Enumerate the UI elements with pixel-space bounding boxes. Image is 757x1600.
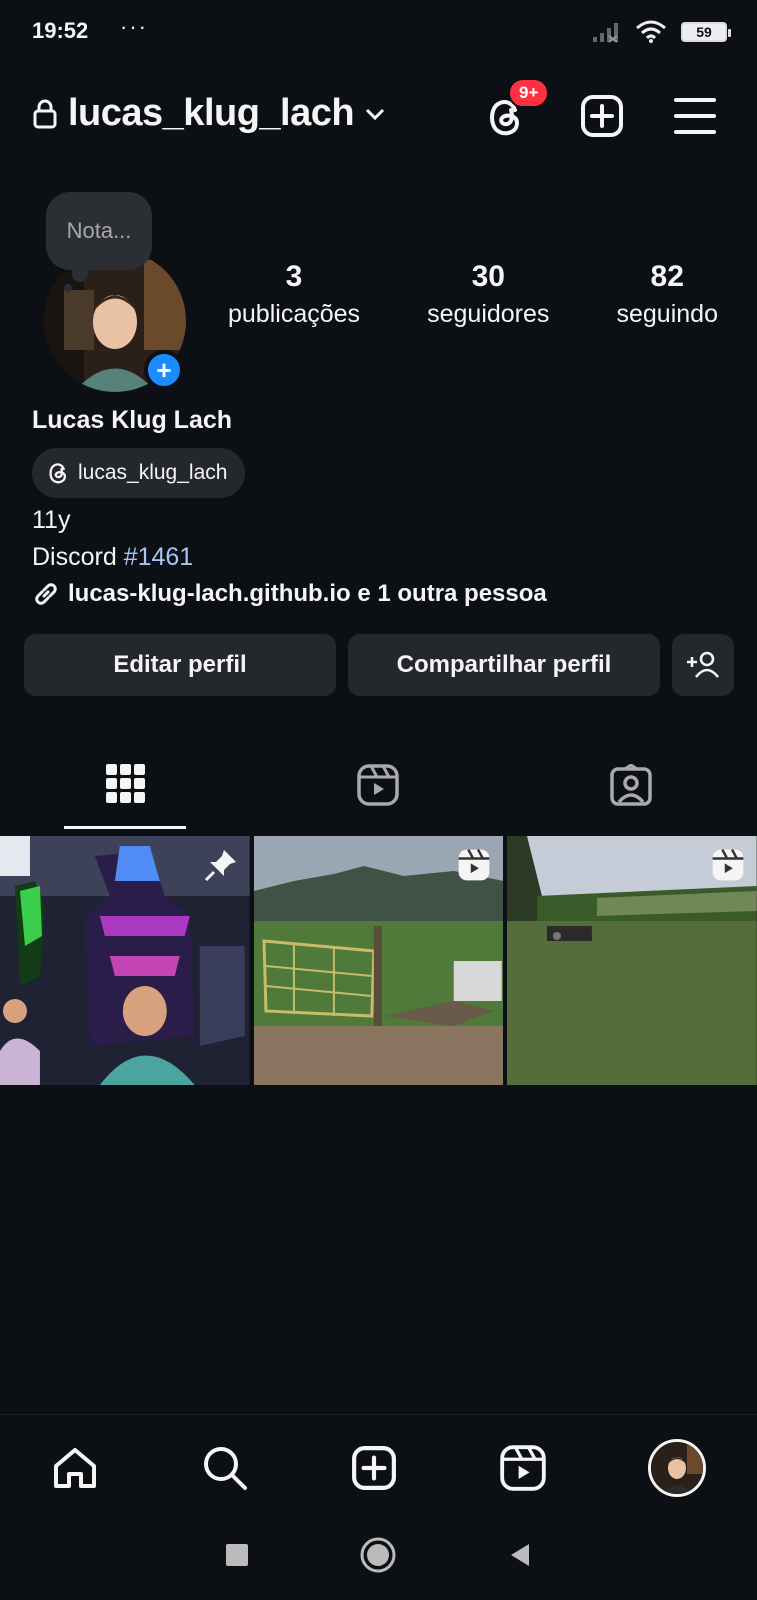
create-icon[interactable] xyxy=(351,1445,397,1491)
reel-badge-icon xyxy=(712,849,744,881)
stat-label: seguidores xyxy=(427,300,550,328)
status-icons: 59 xyxy=(591,20,731,44)
wifi-icon xyxy=(636,20,666,43)
threads-icon xyxy=(49,463,67,484)
tab-reels[interactable] xyxy=(252,758,504,830)
new-post-icon xyxy=(581,95,623,137)
grid-post[interactable] xyxy=(507,836,757,1085)
stat-followers[interactable]: 30 seguidores xyxy=(427,260,549,329)
grid-icon xyxy=(106,764,146,803)
battery-indicator: 59 xyxy=(681,22,731,42)
menu-button[interactable] xyxy=(674,96,716,136)
signal-icon xyxy=(593,23,618,43)
stat-following[interactable]: 82 seguindo xyxy=(617,260,718,329)
home-system-icon[interactable] xyxy=(359,1536,397,1574)
bio-line: 11y xyxy=(32,506,71,534)
tab-grid[interactable] xyxy=(0,758,252,830)
note-bubble[interactable]: Nota... xyxy=(46,192,152,270)
tagged-icon xyxy=(610,764,652,806)
system-navigation xyxy=(0,1520,757,1590)
reel-badge-icon xyxy=(458,849,490,881)
profile-nav-avatar[interactable] xyxy=(647,1438,706,1497)
note-bubble-tail-small xyxy=(64,284,72,292)
link-text: lucas-klug-lach.github.io e 1 outra pess… xyxy=(68,580,547,607)
stat-value: 3 xyxy=(285,260,303,293)
active-tab-indicator xyxy=(64,826,186,829)
grid-post[interactable] xyxy=(253,836,504,1085)
grid-post[interactable] xyxy=(0,836,250,1085)
chevron-down-icon xyxy=(366,108,385,120)
reels-icon xyxy=(357,764,400,806)
reels-nav-icon[interactable] xyxy=(499,1444,546,1491)
bottom-navigation xyxy=(0,1414,757,1514)
bio-text: Discord xyxy=(32,543,124,571)
discover-people-button[interactable] xyxy=(672,634,734,696)
lock-icon xyxy=(33,99,57,128)
home-icon[interactable] xyxy=(51,1444,99,1492)
recents-icon[interactable] xyxy=(225,1543,249,1567)
tab-tagged[interactable] xyxy=(505,758,757,830)
stat-posts[interactable]: 3 publicações xyxy=(228,260,360,329)
add-story-button[interactable]: + xyxy=(144,350,184,390)
back-icon[interactable] xyxy=(507,1542,533,1568)
search-icon[interactable] xyxy=(201,1444,249,1492)
add-person-icon xyxy=(687,651,720,678)
link-icon xyxy=(35,583,57,605)
posts-grid xyxy=(0,836,757,1085)
stat-label: publicações xyxy=(228,300,361,328)
profile-links[interactable]: lucas-klug-lach.github.io e 1 outra pess… xyxy=(32,580,547,608)
new-post-button[interactable] xyxy=(580,94,624,138)
status-more-dots: ··· xyxy=(120,14,148,39)
pin-icon xyxy=(204,850,236,882)
threads-profile-chip[interactable]: lucas_klug_lach xyxy=(32,448,246,498)
profile-username: lucas_klug_lach xyxy=(68,92,355,134)
menu-icon xyxy=(674,98,716,134)
profile-stats: 3 publicações 30 seguidores 82 seguindo xyxy=(228,260,718,329)
notification-badge: 9+ xyxy=(508,78,550,108)
stat-value: 30 xyxy=(471,260,505,293)
note-bubble-tail xyxy=(72,266,88,282)
stat-value: 82 xyxy=(650,260,684,293)
share-profile-button[interactable]: Compartilhar perfil xyxy=(348,634,660,696)
account-switcher[interactable]: lucas_klug_lach xyxy=(32,92,386,135)
edit-profile-button[interactable]: Editar perfil xyxy=(24,634,336,696)
bio-hashtag[interactable]: #1461 xyxy=(124,543,194,571)
profile-tabs xyxy=(0,758,757,830)
full-name: Lucas Klug Lach xyxy=(32,406,233,434)
bio-line: Discord #1461 xyxy=(32,543,193,572)
stat-label: seguindo xyxy=(616,300,718,328)
avatar-photo xyxy=(650,1441,703,1494)
status-time: 19:52 xyxy=(32,18,89,43)
threads-handle: lucas_klug_lach xyxy=(78,461,228,484)
